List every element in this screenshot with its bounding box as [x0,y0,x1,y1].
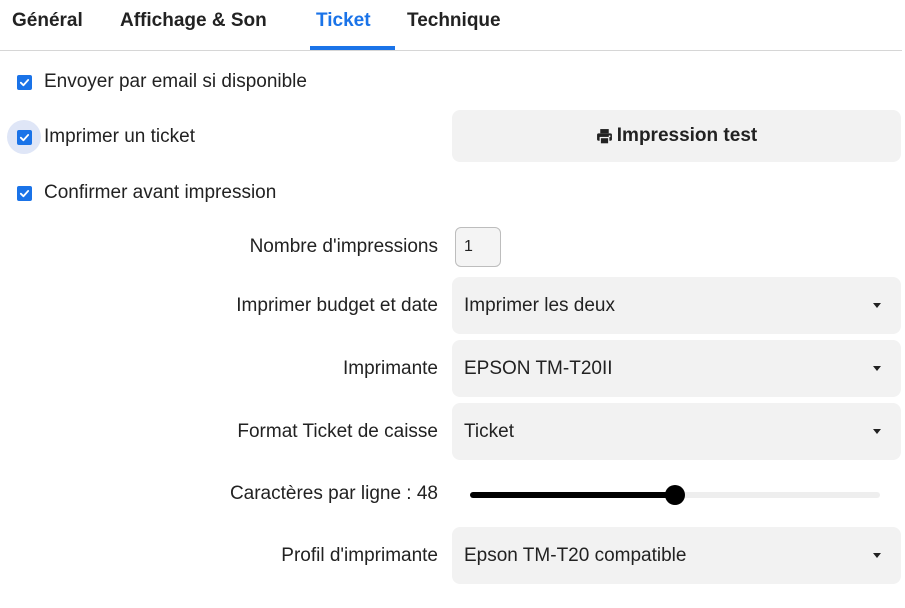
confirm-checkbox-row[interactable]: Confirmer avant impression [14,180,276,206]
caret-down-icon [873,303,881,308]
email-checkbox-row[interactable]: Envoyer par email si disponible [14,69,307,95]
caret-down-icon [873,553,881,558]
email-checkbox[interactable] [14,72,34,92]
budget-date-label: Imprimer budget et date [236,295,438,316]
printer-icon [596,128,612,145]
confirm-checkbox[interactable] [14,183,34,203]
copies-input[interactable] [455,227,501,267]
tab-ticket[interactable]: Ticket [316,10,371,32]
print-checkbox[interactable] [7,120,41,154]
budget-date-value: Imprimer les deux [464,295,615,316]
budget-date-select[interactable]: Imprimer les deux [452,277,901,334]
slider-fill [470,492,675,498]
tab-display-sound[interactable]: Affichage & Son [120,10,267,32]
settings-tabs: Général Affichage & Son Ticket Technique [0,0,902,51]
printer-value: EPSON TM-T20II [464,358,613,379]
caret-down-icon [873,429,881,434]
chars-per-line-slider[interactable] [470,485,880,505]
caret-down-icon [873,366,881,371]
print-checkbox-label: Imprimer un ticket [44,126,195,147]
printer-profile-value: Epson TM-T20 compatible [464,545,687,566]
slider-thumb[interactable] [665,485,685,505]
checkmark-icon [16,74,32,90]
tab-general[interactable]: Général [12,10,83,32]
print-checkbox-row[interactable]: Imprimer un ticket [7,120,195,154]
printer-profile-select[interactable]: Epson TM-T20 compatible [452,527,901,584]
chars-per-line-label: Caractères par ligne : 48 [229,483,438,504]
printer-profile-label: Profil d'imprimante [281,545,438,566]
tab-technical[interactable]: Technique [407,10,501,32]
test-print-button[interactable]: Impression test [452,110,901,162]
printer-select[interactable]: EPSON TM-T20II [452,340,901,397]
active-tab-indicator [310,46,395,50]
checkmark-icon [16,185,32,201]
printer-label: Imprimante [342,358,438,379]
confirm-checkbox-label: Confirmer avant impression [44,182,277,203]
email-checkbox-label: Envoyer par email si disponible [44,71,307,92]
receipt-format-value: Ticket [464,421,514,442]
copies-label: Nombre d'impressions [249,236,438,257]
test-print-label: Impression test [616,125,758,146]
checkmark-icon [16,129,32,145]
receipt-format-label: Format Ticket de caisse [237,421,438,442]
receipt-format-select[interactable]: Ticket [452,403,901,460]
